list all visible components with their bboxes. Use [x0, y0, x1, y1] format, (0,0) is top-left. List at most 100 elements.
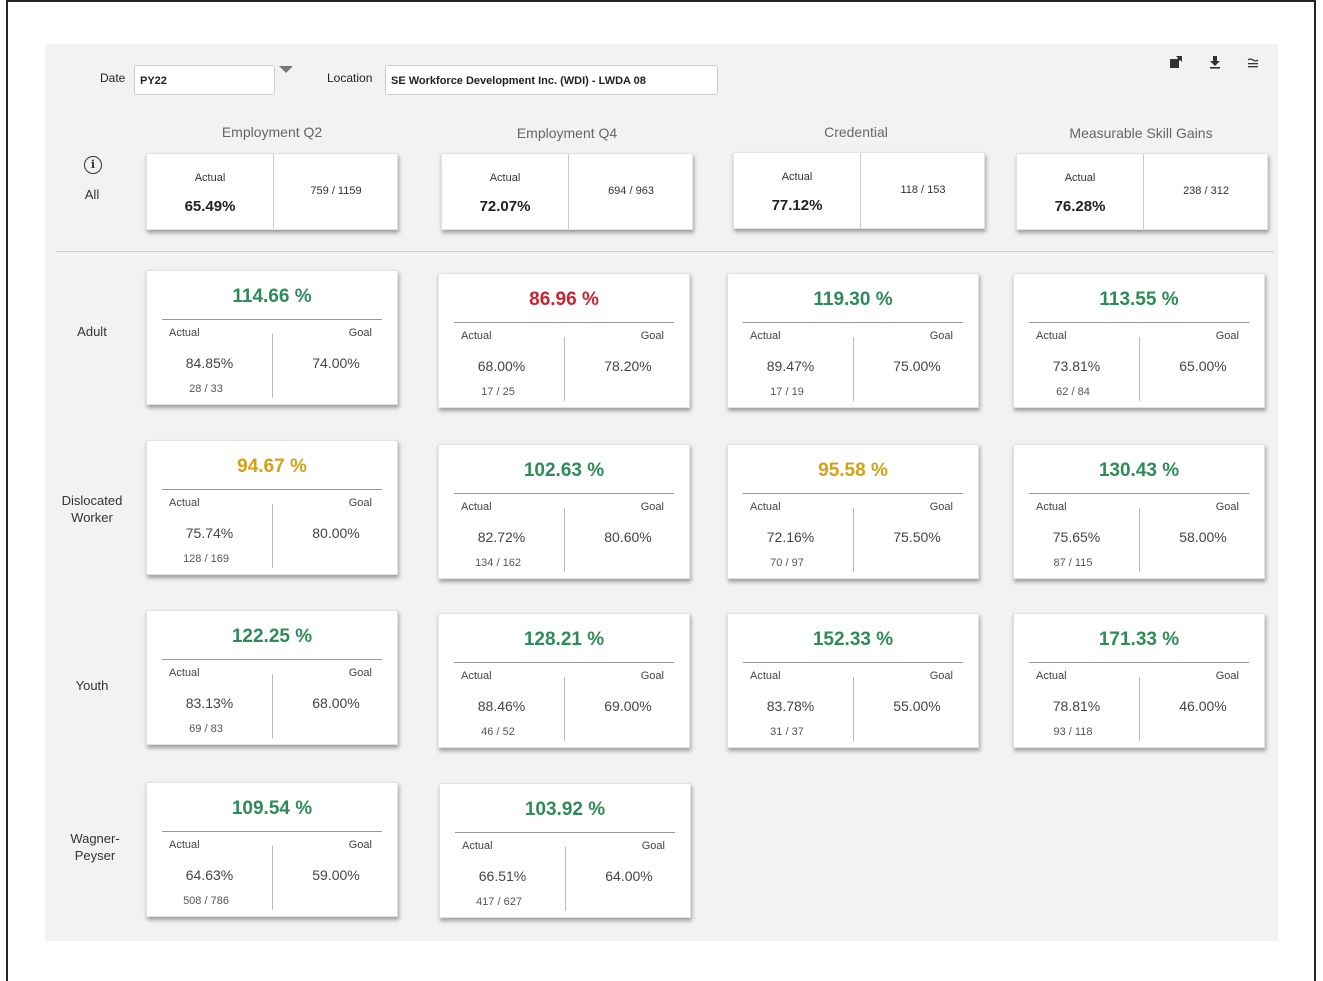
actual-label: Actual — [750, 670, 781, 682]
card-divider — [743, 322, 963, 323]
actual-value: 68.00% — [477, 358, 526, 374]
goal-value: 78.20% — [604, 358, 652, 374]
performance-percent: 94.67 % — [237, 456, 307, 477]
fraction-value: 62 / 84 — [1056, 386, 1090, 398]
goal-label: Goal — [641, 840, 665, 852]
actual-value: 73.81% — [1052, 358, 1101, 374]
performance-percent: 171.33 % — [1098, 629, 1180, 650]
card-divider — [162, 831, 382, 832]
fraction-value: 87 / 115 — [1053, 557, 1093, 569]
goal-value: 46.00% — [1179, 698, 1227, 714]
date-select[interactable]: PY22 — [134, 65, 275, 95]
fraction-value: 17 / 25 — [481, 386, 515, 398]
performance-percent: 102.63 % — [523, 460, 605, 481]
goal-label: Goal — [929, 670, 953, 682]
card-divider — [743, 493, 963, 494]
goal-label: Goal — [348, 667, 372, 679]
row-label-all: All — [84, 187, 100, 202]
export-icon[interactable] — [1167, 55, 1185, 72]
column-header-employment-q4: Employment Q4 — [516, 125, 618, 141]
goal-label: Goal — [640, 670, 664, 682]
actual-value: 72.16% — [766, 529, 815, 545]
card-divider — [162, 319, 382, 320]
chevron-down-icon[interactable] — [279, 66, 293, 73]
performance-percent: 86.96 % — [529, 289, 599, 310]
actual-label: Actual — [169, 327, 200, 339]
actual-label: Actual — [750, 501, 781, 513]
actual-value: 82.72% — [477, 529, 526, 545]
goal-label: Goal — [1215, 330, 1239, 342]
actual-value: 72.07% — [479, 198, 531, 215]
row-label-wagner-peyser: Wagner-Peyser — [70, 831, 120, 863]
actual-label: Actual — [750, 330, 781, 342]
actual-value: 83.13% — [185, 695, 234, 711]
fraction-value: 93 / 118 — [1053, 726, 1093, 738]
card-divider — [743, 662, 963, 663]
card-divider — [455, 832, 675, 833]
performance-percent: 122.25 % — [231, 626, 313, 647]
actual-label: Actual — [169, 667, 200, 679]
metric-card: 128.21 % Actual Goal 88.46% 69.00% 46 / … — [438, 613, 690, 748]
actual-label: Actual — [1036, 330, 1067, 342]
column-header-measurable-skill-gains: Measurable Skill Gains — [1069, 125, 1213, 141]
summary-card: Actual 77.12% 118 / 153 — [733, 152, 985, 229]
goal-label: Goal — [929, 330, 953, 342]
actual-label: Actual — [781, 171, 813, 183]
performance-percent: 113.55 % — [1099, 289, 1179, 310]
card-divider — [162, 659, 382, 660]
goal-value: 64.00% — [605, 868, 653, 884]
goal-value: 65.00% — [1179, 358, 1227, 374]
actual-value: 84.85% — [185, 355, 234, 371]
download-icon[interactable] — [1206, 55, 1224, 72]
card-divider — [454, 662, 674, 663]
goal-value: 75.00% — [893, 358, 941, 374]
metric-card: 114.66 % Actual Goal 84.85% 74.00% 28 / … — [146, 270, 398, 405]
metric-card: 152.33 % Actual Goal 83.78% 55.00% 31 / … — [727, 613, 979, 748]
info-icon[interactable]: i — [84, 156, 102, 174]
metric-card: 103.92 % Actual Goal 66.51% 64.00% 417 /… — [439, 783, 691, 918]
fraction-value: 70 / 97 — [770, 557, 804, 569]
fraction-value: 69 / 83 — [189, 723, 223, 735]
fraction-value: 238 / 312 — [1183, 185, 1229, 197]
metric-card: 171.33 % Actual Goal 78.81% 46.00% 93 / … — [1013, 613, 1265, 748]
goal-value: 75.50% — [893, 529, 941, 545]
goal-value: 80.60% — [604, 529, 652, 545]
location-label: Location — [327, 71, 373, 85]
actual-label: Actual — [1064, 172, 1096, 184]
metric-card: 130.43 % Actual Goal 75.65% 58.00% 87 / … — [1013, 444, 1265, 579]
goal-label: Goal — [640, 501, 664, 513]
goal-value: 68.00% — [312, 695, 360, 711]
actual-value: 75.65% — [1052, 529, 1101, 545]
metric-card: 102.63 % Actual Goal 82.72% 80.60% 134 /… — [438, 444, 690, 579]
column-header-credential: Credential — [824, 124, 888, 140]
fraction-value: 759 / 1159 — [310, 185, 362, 197]
fraction-value: 417 / 627 — [476, 896, 522, 908]
summary-card: Actual 72.07% 694 / 963 — [441, 153, 693, 230]
goal-label: Goal — [348, 497, 372, 509]
actual-label: Actual — [169, 497, 200, 509]
goal-label: Goal — [1215, 670, 1239, 682]
metric-card: 95.58 % Actual Goal 72.16% 75.50% 70 / 9… — [727, 444, 979, 579]
actual-value: 83.78% — [766, 698, 815, 714]
summary-card: Actual 65.49% 759 / 1159 — [146, 153, 398, 230]
fraction-value: 134 / 162 — [475, 557, 521, 569]
actual-value: 89.47% — [766, 358, 815, 374]
performance-percent: 152.33 % — [812, 629, 894, 650]
actual-label: Actual — [1036, 501, 1067, 513]
fraction-value: 31 / 37 — [770, 726, 804, 738]
actual-value: 88.46% — [477, 698, 526, 714]
goal-value: 55.00% — [893, 698, 941, 714]
filter-icon[interactable] — [1244, 55, 1262, 72]
fraction-value: 46 / 52 — [481, 726, 515, 738]
actual-label: Actual — [461, 670, 492, 682]
fraction-value: 17 / 19 — [770, 386, 804, 398]
metric-card: 122.25 % Actual Goal 83.13% 68.00% 69 / … — [146, 610, 398, 745]
card-divider — [454, 493, 674, 494]
actual-value: 77.12% — [771, 197, 823, 214]
location-select[interactable]: SE Workforce Development Inc. (WDI) - LW… — [385, 65, 718, 95]
card-divider — [1029, 322, 1249, 323]
metric-card: 113.55 % Actual Goal 73.81% 65.00% 62 / … — [1013, 273, 1265, 408]
actual-value: 75.74% — [185, 525, 234, 541]
goal-value: 59.00% — [312, 867, 360, 883]
goal-value: 74.00% — [312, 355, 360, 371]
